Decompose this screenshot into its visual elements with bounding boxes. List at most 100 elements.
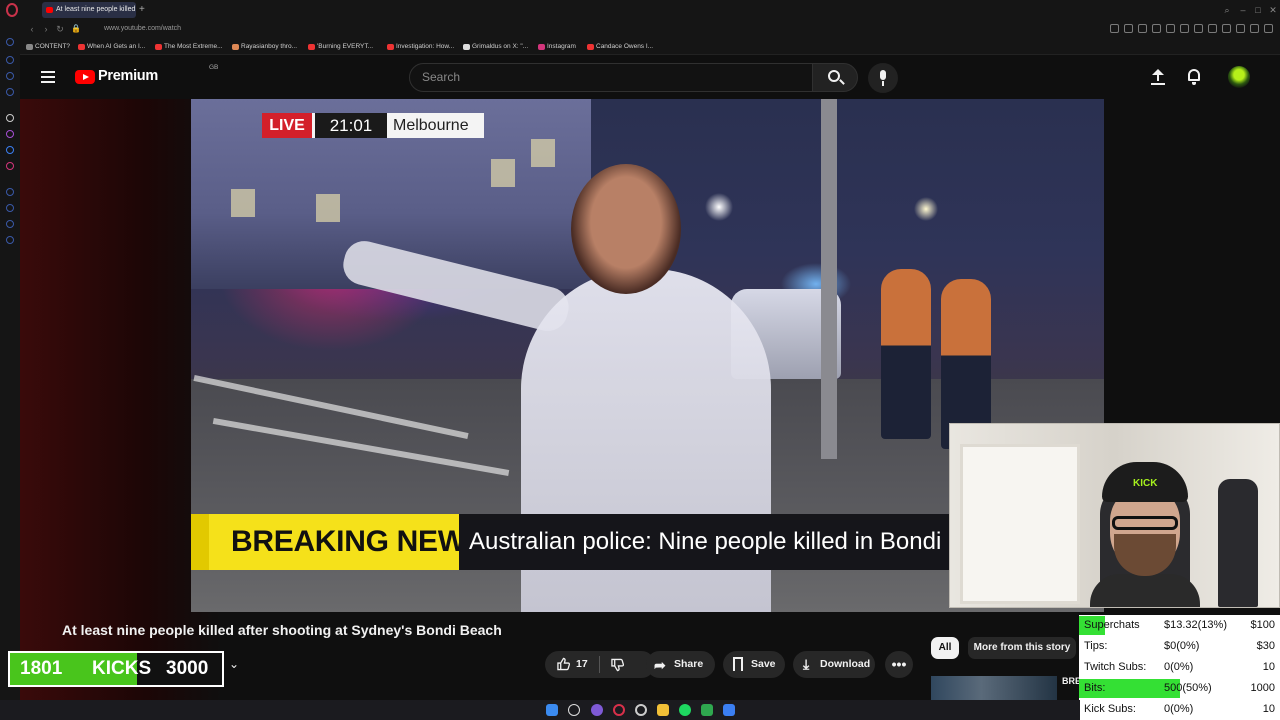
- chip-more-from-story[interactable]: More from this story: [968, 637, 1076, 659]
- sidebar-ai-icon[interactable]: [6, 114, 14, 122]
- sidebar-workspace-icon[interactable]: [6, 72, 14, 80]
- search-button[interactable]: [812, 63, 858, 92]
- like-count: 17: [576, 658, 588, 670]
- goal-target: $30: [1256, 640, 1275, 652]
- excel-icon[interactable]: [701, 704, 713, 716]
- maximize-icon[interactable]: □: [1251, 3, 1265, 17]
- goal-row: Kick Subs: 0(0%) 10: [1079, 699, 1280, 720]
- youtube-favicon-icon: [78, 44, 85, 50]
- recommended-video-thumbnail[interactable]: [931, 676, 1057, 700]
- address-bar: ‹ › ↻ 🔒 www.youtube.com/watch: [20, 20, 1280, 39]
- upload-icon[interactable]: [1151, 69, 1165, 85]
- bookmark-item[interactable]: The Most Extreme...: [155, 41, 223, 53]
- thumbs-up-icon[interactable]: [557, 657, 570, 671]
- bookmark-item[interactable]: Instagram: [538, 41, 576, 53]
- goal-row: Tips: $0(0%) $30: [1079, 636, 1280, 657]
- extension-icon[interactable]: [1180, 24, 1189, 33]
- chat-app-icon[interactable]: [591, 704, 603, 716]
- shield-icon[interactable]: [1166, 24, 1175, 33]
- search-placeholder: Search: [422, 70, 461, 84]
- back-icon[interactable]: ‹: [26, 22, 38, 36]
- more-actions-button[interactable]: •••: [885, 651, 913, 678]
- url-field[interactable]: www.youtube.com/watch: [104, 22, 181, 36]
- windows-start-icon[interactable]: [546, 704, 558, 716]
- chip-all[interactable]: All: [931, 637, 959, 659]
- extension-icon[interactable]: [1222, 24, 1231, 33]
- new-tab-icon[interactable]: +: [139, 2, 149, 18]
- forward-icon[interactable]: ›: [40, 22, 52, 36]
- sidebar-workspace-icon[interactable]: [6, 88, 14, 96]
- browser-tab-active[interactable]: At least nine people killed: [42, 2, 136, 18]
- glasses-icon: [1112, 516, 1178, 530]
- zoom-icon[interactable]: [1110, 24, 1119, 33]
- thumbs-down-icon[interactable]: [611, 658, 624, 672]
- voice-search-button[interactable]: [868, 63, 898, 93]
- bookmark-item[interactable]: 'Burning EVERYT...: [308, 41, 373, 53]
- like-dislike-button[interactable]: 17: [545, 651, 655, 678]
- bookmark-item[interactable]: Rayasianboy thro...: [232, 41, 297, 53]
- bookmark-item[interactable]: Grimaldus on X: "...: [463, 41, 528, 53]
- sidebar-workspace-icon[interactable]: [6, 56, 14, 64]
- app-icon[interactable]: [723, 704, 735, 716]
- youtube-favicon-icon: [587, 44, 594, 50]
- youtube-favicon-icon: [387, 44, 394, 50]
- bookmark-item[interactable]: Candace Owens I...: [587, 41, 653, 53]
- sidebar-home-icon[interactable]: [6, 38, 14, 46]
- video-title: At least nine people killed after shooti…: [62, 622, 502, 638]
- chevron-down-icon[interactable]: ⌄: [229, 657, 241, 671]
- menu-icon[interactable]: [1264, 24, 1273, 33]
- search-tabs-icon[interactable]: ⌕: [1220, 3, 1234, 17]
- live-label: LIVE: [262, 113, 312, 138]
- browser-tab-bar: At least nine people killed + ⌕ – □ ✕: [0, 0, 1280, 20]
- extension-icon[interactable]: [1138, 24, 1147, 33]
- download-icon[interactable]: [1236, 24, 1245, 33]
- search-input[interactable]: Search: [409, 63, 813, 92]
- extension-icon[interactable]: [1250, 24, 1259, 33]
- opera-logo-icon[interactable]: [6, 3, 18, 17]
- download-button[interactable]: ⤓ Download: [793, 651, 875, 678]
- kicks-goal-bar: 1801 KICKS 3000: [8, 651, 224, 687]
- goal-value: 500(50%): [1164, 682, 1212, 694]
- hamburger-menu-icon[interactable]: [41, 71, 55, 83]
- sidebar-twitch-icon[interactable]: [6, 130, 14, 138]
- country-code: GB: [209, 64, 219, 71]
- sidebar-settings-icon[interactable]: [6, 236, 14, 244]
- goal-row: Twitch Subs: 0(0%) 10: [1079, 657, 1280, 678]
- goal-label: Tips:: [1084, 640, 1108, 652]
- bookmark-item[interactable]: CONTENT?: [26, 41, 70, 53]
- live-time: 21:01: [315, 113, 387, 138]
- share-label: Share: [674, 658, 704, 670]
- video-scene-person: [881, 269, 931, 439]
- file-explorer-icon[interactable]: [657, 704, 669, 716]
- share-button[interactable]: ➦ Share: [646, 651, 715, 678]
- sidebar-history-icon[interactable]: [6, 188, 14, 196]
- logo-text: Premium: [98, 68, 158, 84]
- opera-icon[interactable]: [613, 704, 625, 716]
- reload-icon[interactable]: ↻: [54, 22, 66, 36]
- spotify-icon[interactable]: [679, 704, 691, 716]
- bookmark-item[interactable]: When AI Gets an I...: [78, 41, 145, 53]
- sidebar-clock-icon[interactable]: [6, 204, 14, 212]
- sidebar-heart-icon[interactable]: [6, 220, 14, 228]
- sidebar-messenger-icon[interactable]: [6, 146, 14, 154]
- live-city: Melbourne: [393, 117, 469, 134]
- app-icon[interactable]: [635, 704, 647, 716]
- bookmark-item[interactable]: Investigation: How...: [387, 41, 454, 53]
- avatar[interactable]: [1228, 66, 1250, 88]
- video-scene-person: [571, 164, 681, 294]
- search-icon[interactable]: [568, 704, 580, 716]
- youtube-favicon-icon: [155, 44, 162, 50]
- download-icon: ⤓: [803, 656, 810, 672]
- minimize-icon[interactable]: –: [1236, 3, 1250, 17]
- save-button[interactable]: Save: [723, 651, 785, 678]
- heart-icon[interactable]: [1194, 24, 1203, 33]
- extension-icon[interactable]: [1124, 24, 1133, 33]
- notifications-bell-icon[interactable]: [1187, 69, 1201, 85]
- sidebar-instagram-icon[interactable]: [6, 162, 14, 170]
- extension-icon[interactable]: [1152, 24, 1161, 33]
- save-label: Save: [751, 658, 776, 670]
- goal-target: 1000: [1250, 682, 1275, 694]
- breaking-news-text: Australian police: Nine people killed in…: [459, 514, 949, 570]
- extension-icon[interactable]: [1208, 24, 1217, 33]
- close-window-icon[interactable]: ✕: [1266, 3, 1280, 17]
